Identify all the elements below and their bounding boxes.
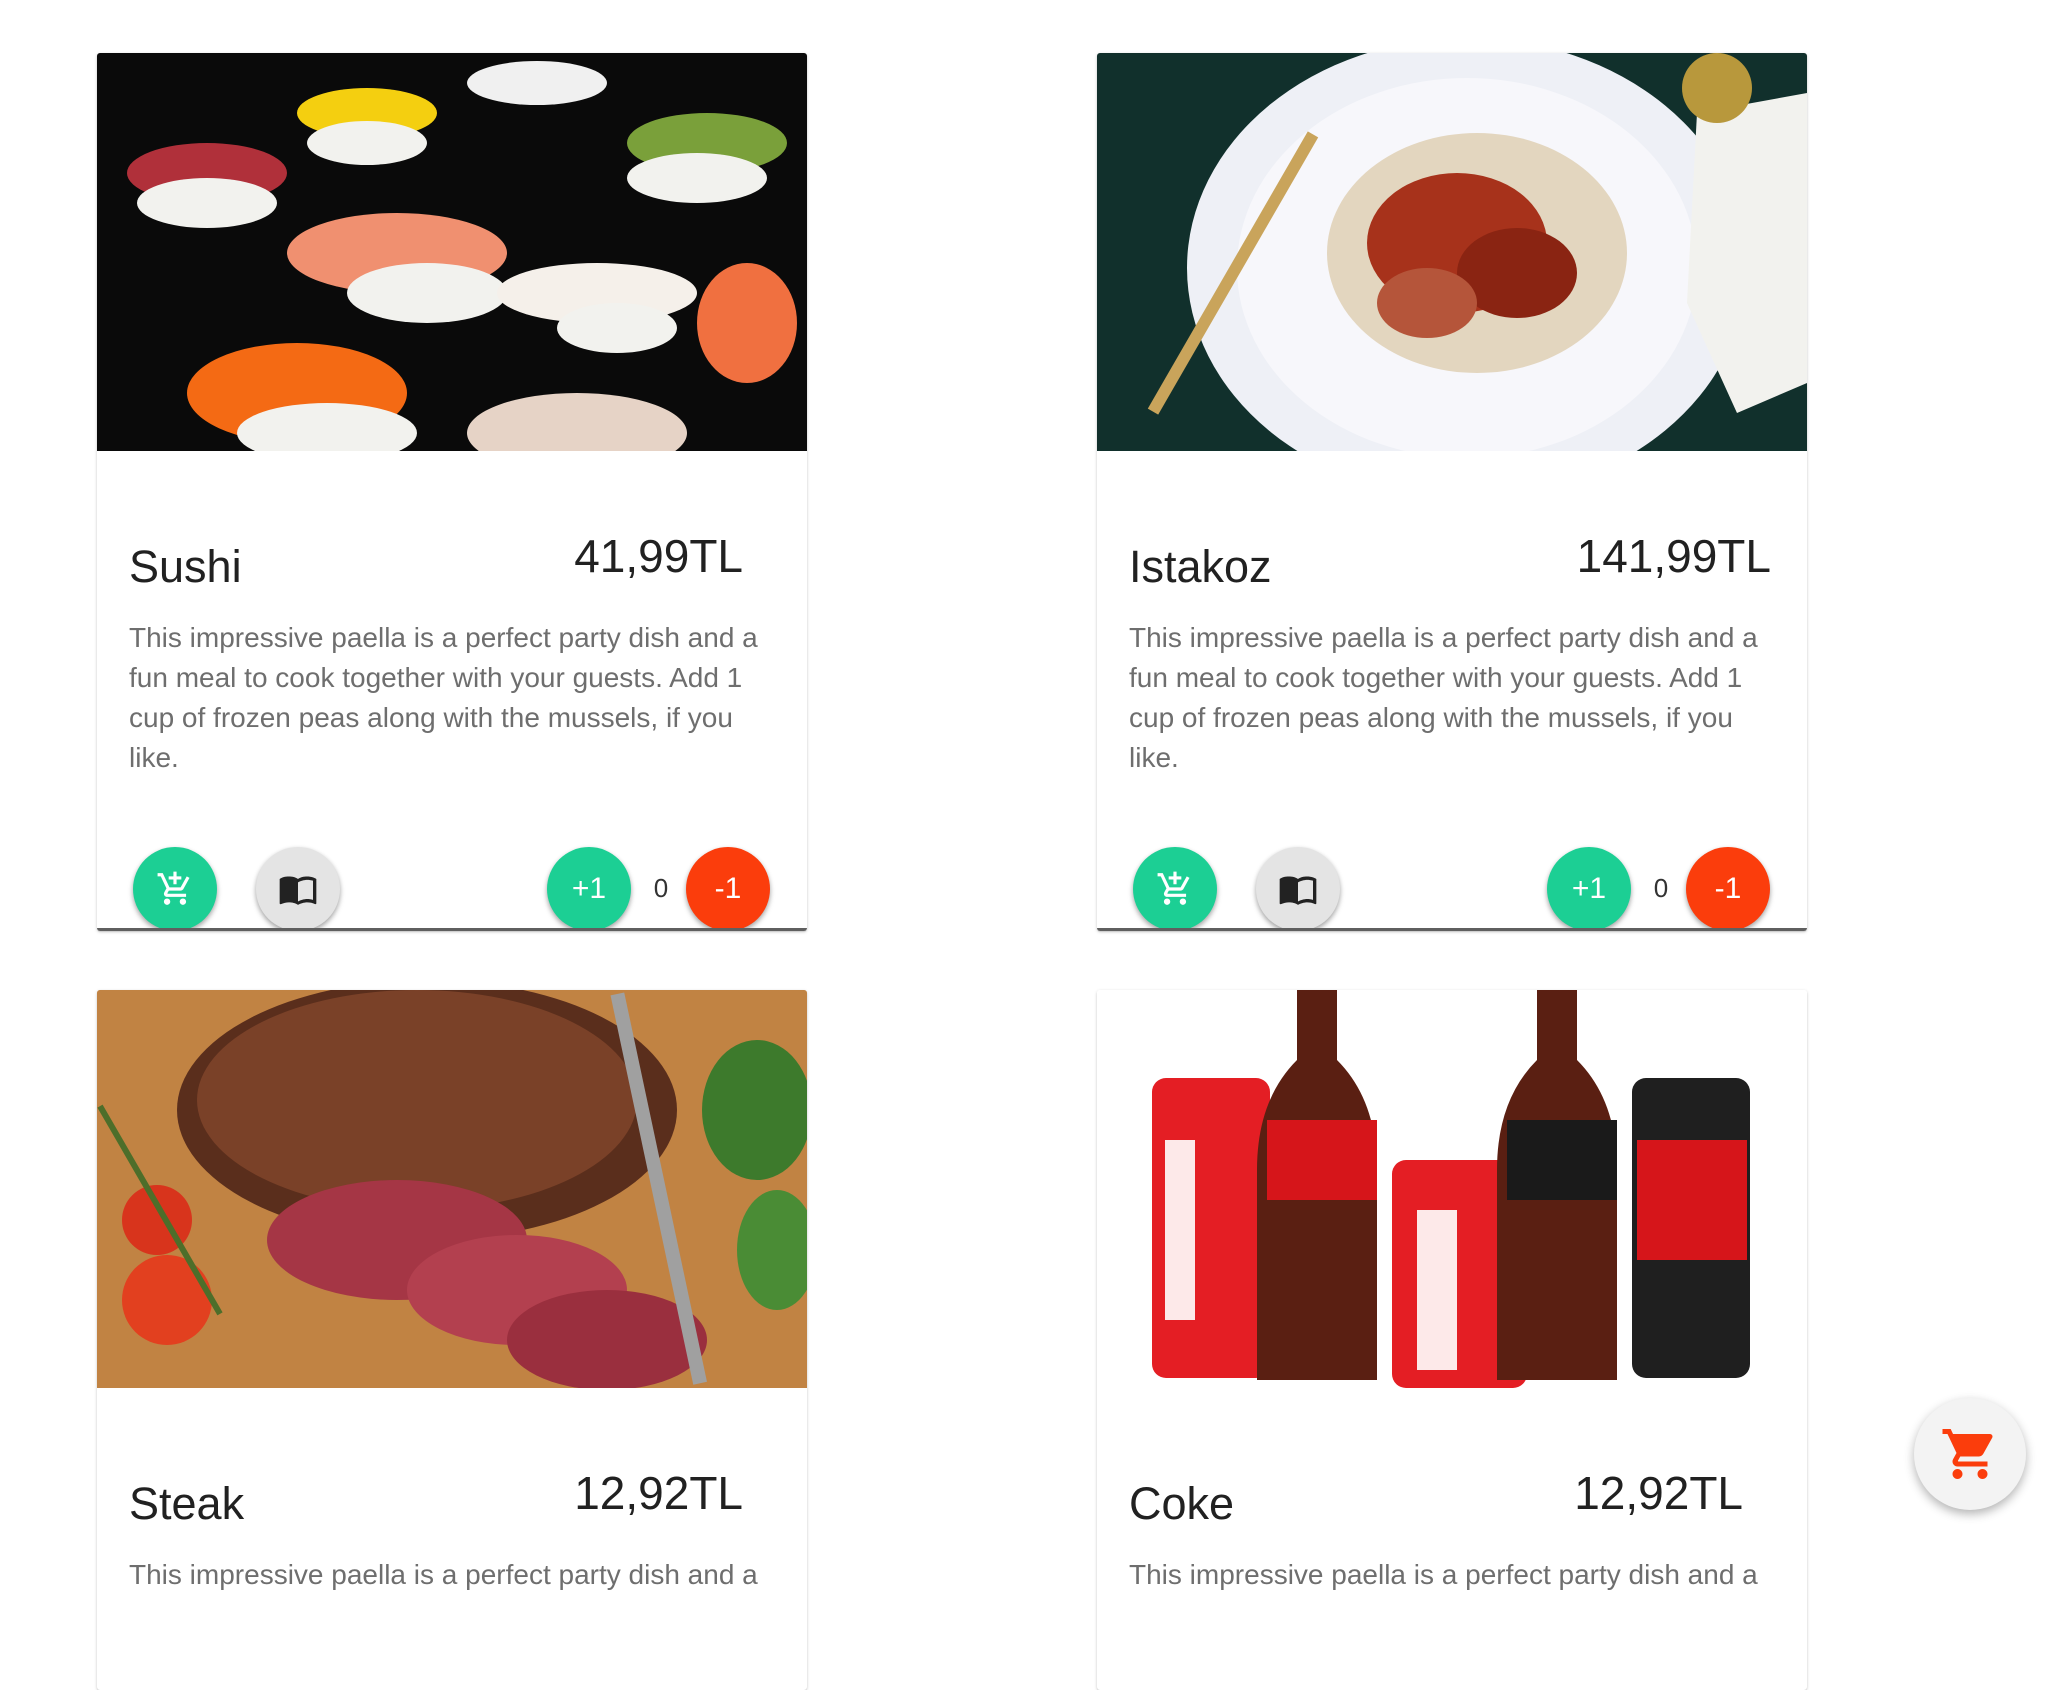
dish-description: This impressive paella is a perfect part…: [129, 622, 758, 773]
increment-button[interactable]: +1: [547, 847, 631, 931]
view-recipe-button[interactable]: [256, 847, 340, 931]
dish-price: 12,92TL: [574, 1467, 743, 1519]
dish-description: This impressive paella is a perfect part…: [1129, 622, 1758, 773]
decrement-button[interactable]: -1: [1686, 847, 1770, 931]
dish-description: This impressive paella is a perfect part…: [1129, 1559, 1758, 1590]
add-shopping-cart-icon: [157, 871, 190, 905]
dish-title: Steak: [129, 1478, 245, 1529]
menu-card-steak: Steak 12,92TL This impressive paella is …: [97, 990, 807, 1690]
menu-card-sushi: Sushi 41,99TL This impressive paella is …: [97, 53, 807, 931]
sushi-image: [97, 53, 807, 451]
add-to-cart-button[interactable]: [133, 847, 217, 931]
dish-title: Coke: [1129, 1478, 1235, 1529]
menu-grid: Sushi 41,99TL This impressive paella is …: [0, 0, 2048, 1690]
dish-price: 12,92TL: [1574, 1467, 1743, 1519]
dish-title: Istakoz: [1129, 541, 1272, 592]
floating-cart-button[interactable]: [1914, 1398, 2026, 1510]
istakoz-image: [1097, 53, 1807, 451]
book-icon: [1279, 876, 1317, 905]
shopping-cart-icon: [1942, 1429, 1993, 1479]
card-divider: [97, 928, 807, 931]
dish-price: 41,99TL: [574, 530, 743, 582]
decrement-button[interactable]: -1: [686, 847, 770, 931]
card-divider: [1097, 928, 1807, 931]
quantity-value: 0: [653, 873, 669, 903]
dish-title: Sushi: [129, 541, 242, 592]
add-to-cart-button[interactable]: [1133, 847, 1217, 931]
dish-description: This impressive paella is a perfect part…: [129, 1559, 758, 1590]
menu-card-coke: Coke 12,92TL This impressive paella is a…: [1097, 990, 1807, 1690]
increment-button[interactable]: +1: [1547, 847, 1631, 931]
coke-image: [1097, 990, 1807, 1388]
quantity-value: 0: [1653, 873, 1669, 903]
add-shopping-cart-icon: [1157, 871, 1190, 905]
book-icon: [279, 876, 317, 905]
dish-price: 141,99TL: [1576, 530, 1771, 582]
steak-image: [97, 990, 807, 1388]
menu-card-istakoz: Istakoz 141,99TL This impressive paella …: [1097, 53, 1807, 931]
view-recipe-button[interactable]: [1256, 847, 1340, 931]
